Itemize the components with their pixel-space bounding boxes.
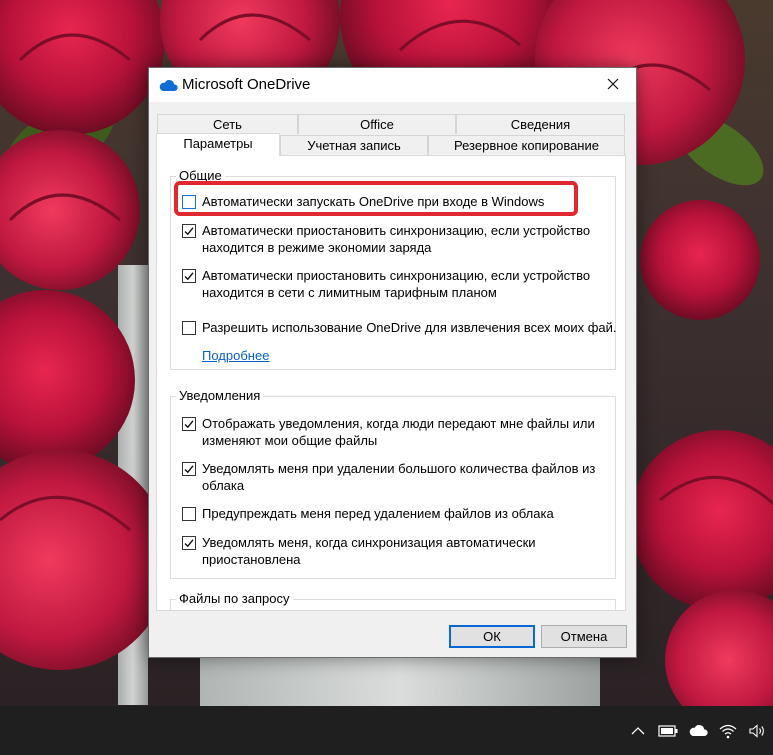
option-label-line1: Отображать уведомления, когда люди перед…: [202, 416, 595, 431]
option-fetch-files[interactable]: Разрешить использование OneDrive для изв…: [182, 319, 617, 336]
option-label: Уведомлять меня, когда синхронизация авт…: [202, 534, 536, 568]
option-label: Уведомлять меня при удалении большого ко…: [202, 460, 595, 494]
option-notify-mass-delete[interactable]: Уведомлять меня при удалении большого ко…: [182, 460, 595, 494]
cancel-button[interactable]: Отмена: [541, 625, 627, 648]
battery-icon: [658, 724, 678, 737]
onedrive-cloud-icon: [158, 78, 178, 95]
option-notify-share[interactable]: Отображать уведомления, когда люди перед…: [182, 415, 595, 449]
option-notify-auto-pause[interactable]: Уведомлять меня, когда синхронизация авт…: [182, 534, 536, 568]
option-label-line1: Уведомлять меня при удалении большого ко…: [202, 461, 596, 476]
dialog-title: Microsoft OneDrive: [182, 76, 311, 93]
settings-panel: Общие Автоматически запускать OneDrive п…: [156, 155, 626, 611]
speaker-icon: [749, 723, 767, 738]
tab-network[interactable]: Сеть: [157, 114, 298, 134]
volume-button[interactable]: [743, 706, 773, 755]
highlight-annotation: [174, 181, 578, 216]
option-label-line1: Автоматически приостановить синхронизаци…: [202, 268, 591, 283]
pause-metered-checkbox[interactable]: [182, 269, 196, 283]
option-label: Автоматически приостановить синхронизаци…: [202, 222, 590, 256]
show-hidden-icons-button[interactable]: [623, 706, 653, 755]
option-label-line2: изменяют мои общие файлы: [202, 433, 378, 448]
option-label: Автоматически приостановить синхронизаци…: [202, 267, 590, 301]
tab-account[interactable]: Учетная запись: [280, 135, 428, 155]
fetch-files-checkbox[interactable]: [182, 321, 196, 335]
option-label: Разрешить использование OneDrive для изв…: [202, 320, 617, 335]
files-on-demand-group: Файлы по запросу: [170, 591, 616, 610]
option-label-line2: приостановлена: [202, 552, 301, 567]
close-button[interactable]: [590, 68, 636, 102]
system-tray: [623, 706, 773, 755]
notify-share-checkbox[interactable]: [182, 417, 196, 431]
option-label: Предупреждать меня перед удалением файло…: [202, 506, 554, 521]
taskbar: [0, 706, 773, 755]
wifi-icon: [719, 723, 737, 739]
option-label-line1: Уведомлять меня, когда синхронизация авт…: [202, 535, 536, 550]
onedrive-cloud-icon: [688, 724, 708, 737]
tab-backup[interactable]: Резервное копирование: [428, 135, 625, 155]
tab-settings[interactable]: Параметры: [156, 133, 280, 156]
tab-office[interactable]: Office: [298, 114, 456, 134]
option-pause-battery[interactable]: Автоматически приостановить синхронизаци…: [182, 222, 590, 256]
tab-strip: Сеть Office Сведения Параметры Учетная з…: [156, 114, 627, 156]
option-label: Отображать уведомления, когда люди перед…: [202, 415, 595, 449]
battery-button[interactable]: [653, 706, 683, 755]
tab-info[interactable]: Сведения: [456, 114, 625, 134]
notify-mass-delete-checkbox[interactable]: [182, 462, 196, 476]
option-label-line1: Автоматически приостановить синхронизаци…: [202, 223, 591, 238]
network-button[interactable]: [713, 706, 743, 755]
onedrive-tray-button[interactable]: [683, 706, 713, 755]
option-label-line2: находится в сети с лимитным тарифным пла…: [202, 285, 497, 300]
chevron-up-icon: [631, 726, 645, 735]
option-label-line2: облака: [202, 478, 245, 493]
group-label-files-on-demand: Файлы по запросу: [176, 591, 293, 606]
title-bar[interactable]: Microsoft OneDrive: [149, 68, 636, 102]
pause-battery-checkbox[interactable]: [182, 224, 196, 238]
onedrive-settings-dialog: Microsoft OneDrive Сеть Office Сведения …: [148, 67, 637, 658]
option-label-line2: находится в режиме экономии заряда: [202, 240, 432, 255]
ok-button[interactable]: ОК: [449, 625, 535, 648]
close-icon: [607, 78, 619, 93]
notify-auto-pause-checkbox[interactable]: [182, 536, 196, 550]
option-pause-metered[interactable]: Автоматически приостановить синхронизаци…: [182, 267, 590, 301]
warn-delete-checkbox[interactable]: [182, 507, 196, 521]
learn-more-link[interactable]: Подробнее: [202, 348, 269, 363]
group-label-notifications: Уведомления: [176, 388, 264, 403]
option-warn-delete[interactable]: Предупреждать меня перед удалением файло…: [182, 505, 554, 522]
